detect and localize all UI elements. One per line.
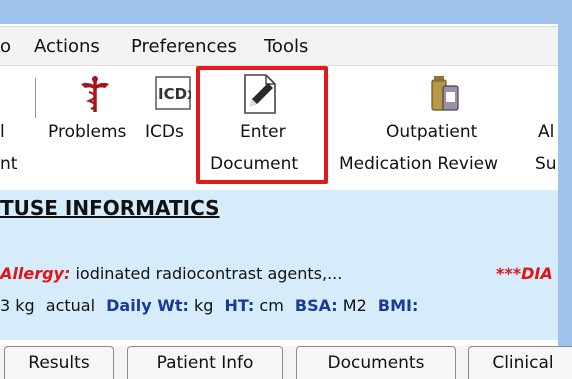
tab-clinical[interactable]: Clinical: [468, 346, 572, 379]
ht-label: HT:: [224, 296, 255, 315]
medication-bottles-icon: [429, 74, 461, 116]
ht-unit: cm: [259, 296, 284, 315]
problems-label: Problems: [48, 122, 127, 142]
patient-banner: TUSE INFORMATICS Allergy: iodinated radi…: [0, 190, 558, 340]
toolbar-partial-left-line1: l: [0, 122, 5, 142]
menu-item-partial[interactable]: o: [0, 29, 11, 65]
menu-item-preferences[interactable]: Preferences: [131, 29, 237, 65]
patient-name[interactable]: TUSE INFORMATICS: [0, 196, 220, 220]
tab-documents[interactable]: Documents: [296, 346, 456, 379]
allergy-value: iodinated radiocontrast agents,...: [70, 264, 343, 283]
enter-document-highlight-box: [196, 66, 328, 184]
icds-label: ICDs: [145, 122, 184, 142]
caduceus-icon: [78, 74, 112, 118]
tab-patient-info[interactable]: Patient Info: [127, 346, 283, 379]
weight-type: actual: [45, 296, 96, 315]
weight-value: 3 kg: [0, 296, 35, 315]
toolbar-partial-left-line2: nt: [0, 154, 18, 174]
outpatient-label-line1: Outpatient: [386, 122, 478, 142]
daily-wt-label: Daily Wt:: [106, 296, 189, 315]
window-right-edge: [558, 24, 572, 379]
toolbar-separator: [35, 78, 36, 118]
allergy-line: Allergy: iodinated radiocontrast agents,…: [0, 264, 342, 283]
diagnosis-flag: ***DIA: [496, 264, 553, 283]
icd-icon: ICDx: [155, 76, 197, 114]
bsa-unit: M2: [342, 296, 367, 315]
outpatient-label-line2: Medication Review: [339, 154, 499, 174]
partial-right-label-line1: Al: [538, 122, 555, 142]
allergy-label: Allergy:: [0, 264, 71, 283]
menu-item-tools[interactable]: Tools: [264, 29, 308, 65]
vitals-line: 3 kg actual Daily Wt: kg HT: cm BSA: M2 …: [0, 296, 418, 315]
bmi-label: BMI:: [377, 296, 419, 315]
daily-wt-unit: kg: [193, 296, 214, 315]
menu-item-actions[interactable]: Actions: [34, 29, 100, 65]
partial-right-label-line2: Su: [535, 154, 557, 174]
bsa-label: BSA:: [294, 296, 338, 315]
icd-icon-text: ICDx: [158, 85, 191, 103]
tab-strip: Results Patient Info Documents Clinical: [0, 346, 572, 379]
tab-results[interactable]: Results: [4, 346, 114, 379]
window-top-frame: [0, 0, 572, 24]
menu-bar: o Actions Preferences Tools: [0, 26, 558, 66]
